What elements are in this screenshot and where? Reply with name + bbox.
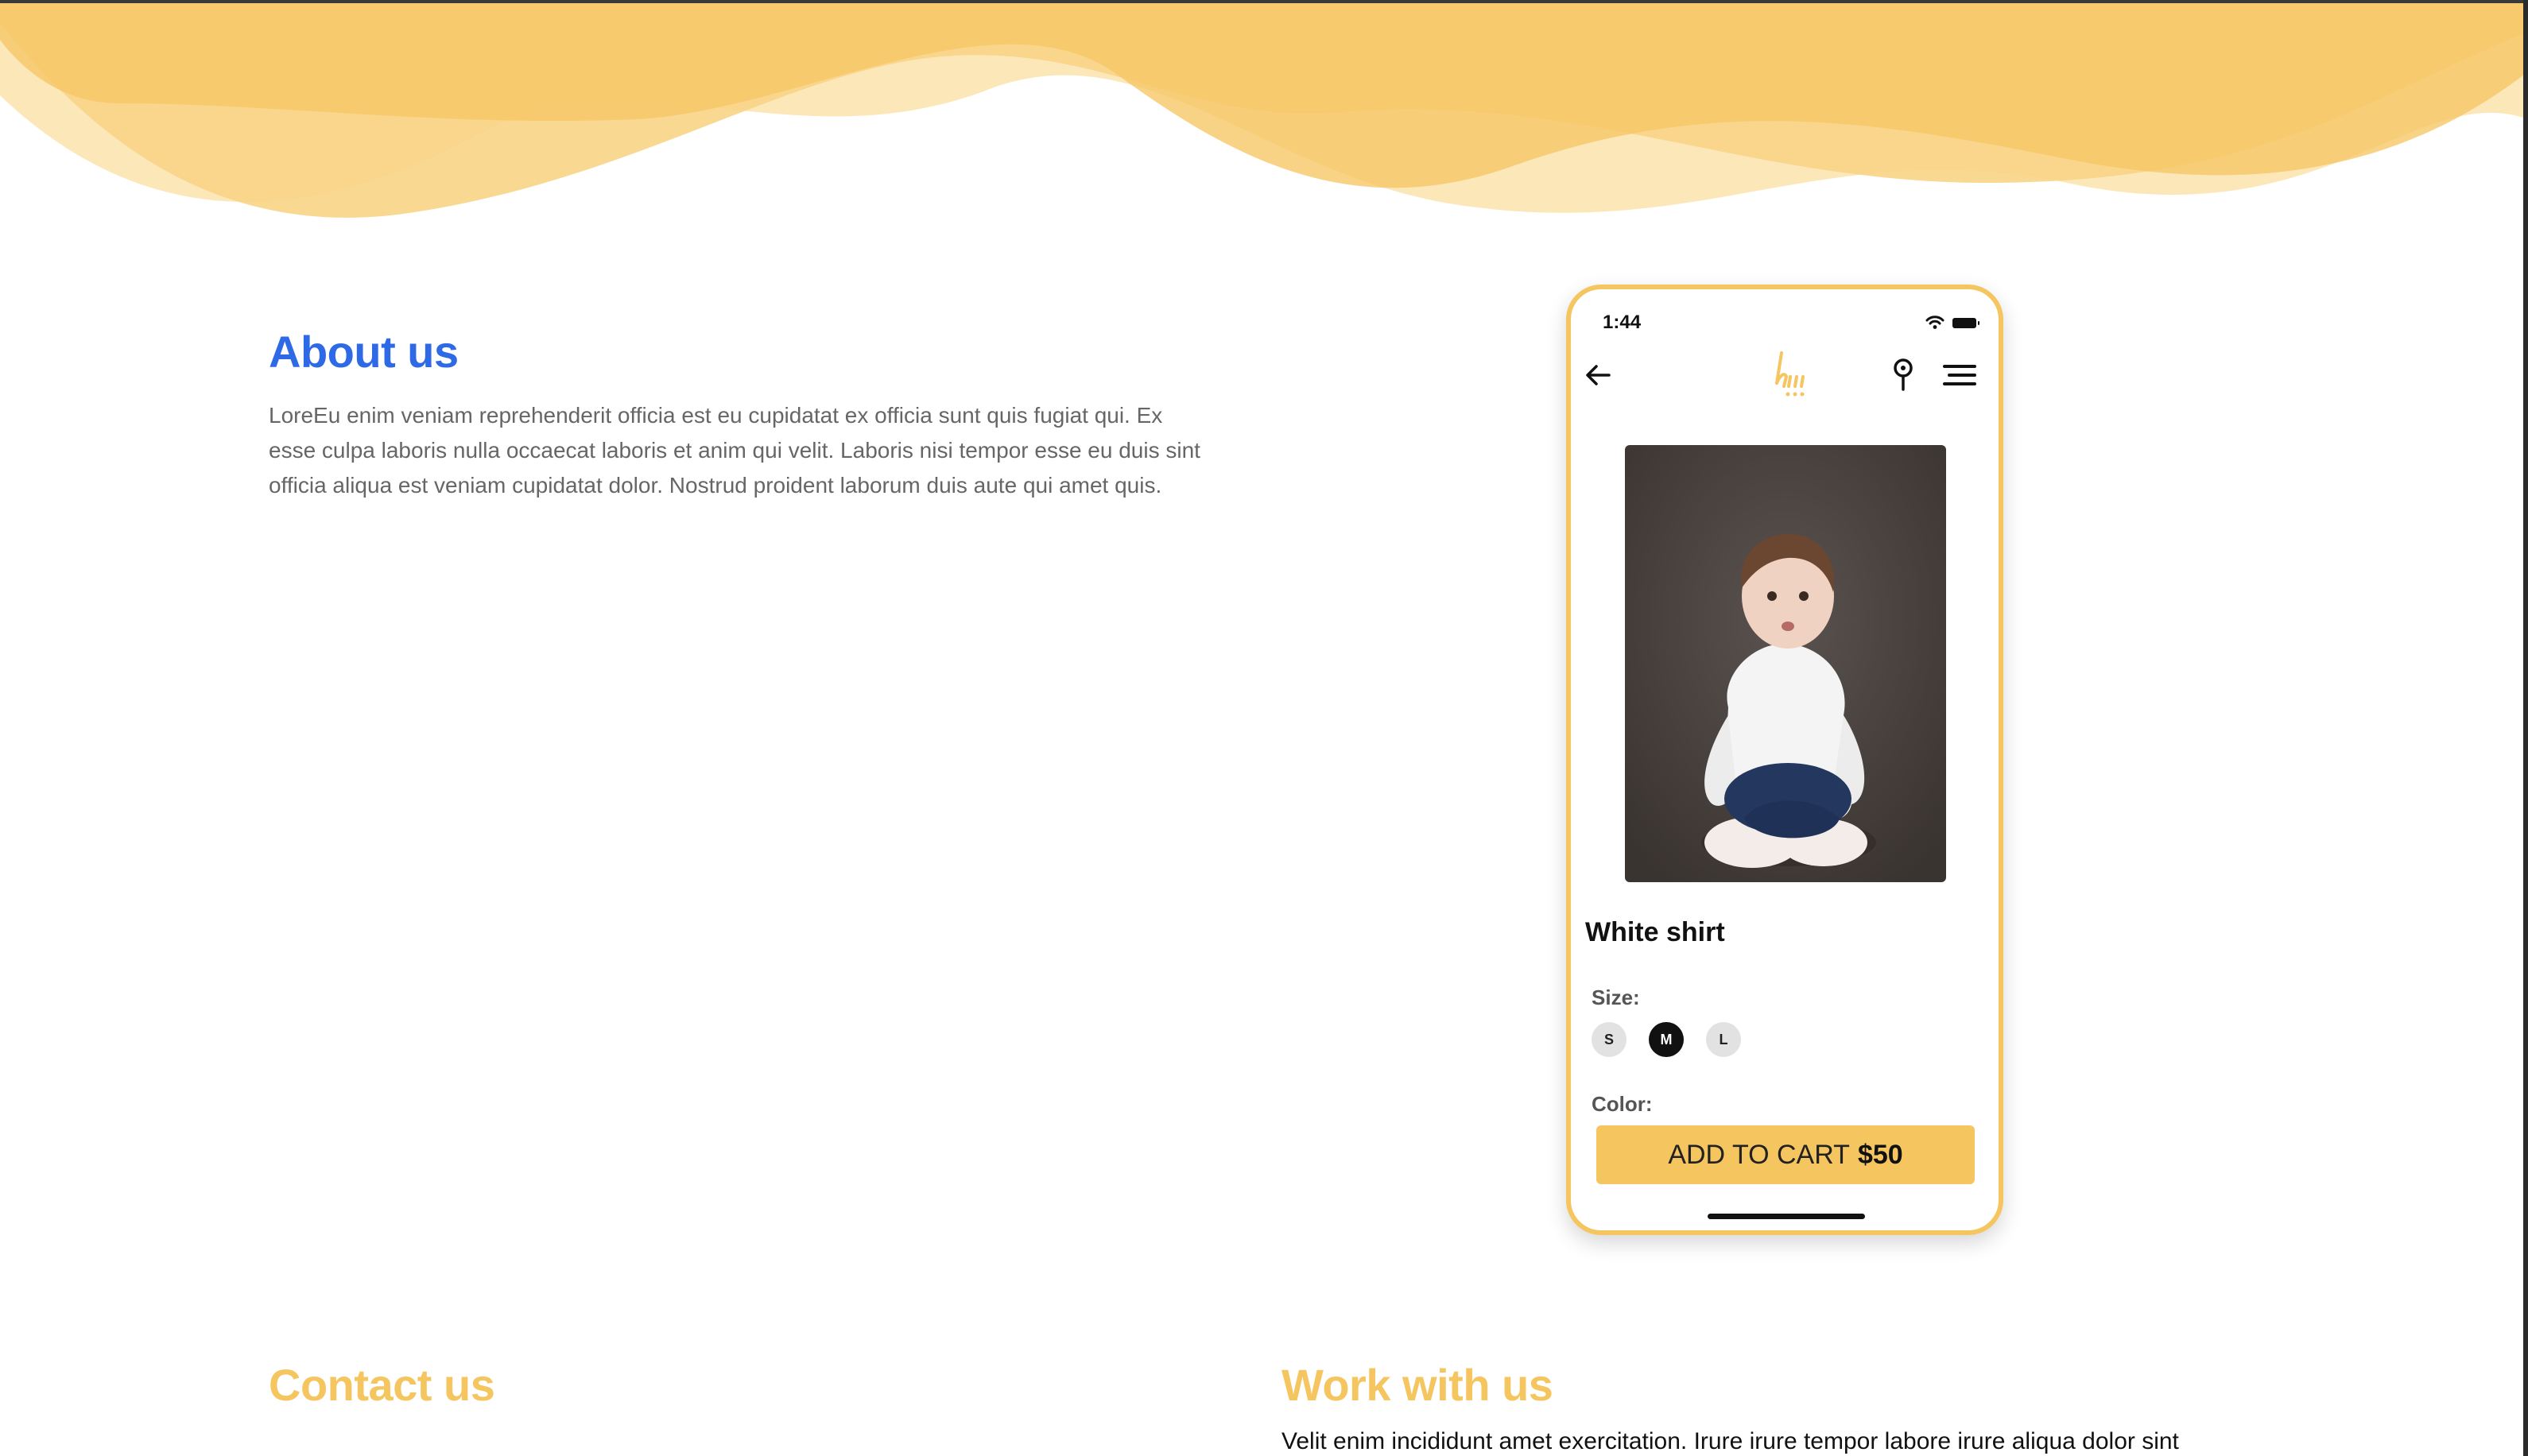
menu-button[interactable] — [1940, 359, 1979, 391]
menu-icon — [1943, 365, 1976, 385]
back-button[interactable] — [1580, 358, 1615, 393]
size-option-l[interactable]: L — [1706, 1022, 1741, 1057]
phone-mockup: 1:44 White shirt Size: S M L Color: ADD … — [1566, 285, 2003, 1235]
size-label: Size: — [1592, 986, 1640, 1009]
add-to-cart-button[interactable]: ADD TO CART $50 — [1596, 1125, 1975, 1184]
status-icons — [1925, 316, 1979, 330]
phone-status-bar: 1:44 — [1603, 307, 1979, 339]
size-option-s[interactable]: S — [1592, 1022, 1627, 1057]
wifi-icon — [1925, 316, 1944, 329]
about-section: About us LoreEu enim veniam reprehenderi… — [269, 326, 1207, 503]
size-selector: S M L — [1592, 1022, 1741, 1057]
add-to-cart-label: ADD TO CART — [1668, 1139, 1850, 1170]
header-waves — [0, 0, 2528, 218]
phone-navbar — [1571, 345, 1999, 409]
about-body: LoreEu enim veniam reprehenderit officia… — [269, 403, 1200, 498]
brand-logo[interactable] — [1764, 348, 1813, 404]
product-name: White shirt — [1585, 917, 1725, 947]
contact-title: Contact us — [269, 1360, 495, 1410]
map-pin-icon — [1894, 358, 1913, 391]
battery-icon — [1952, 317, 1979, 328]
window-top-border — [0, 0, 2528, 3]
size-option-m[interactable]: M — [1649, 1022, 1684, 1057]
work-title: Work with us — [1281, 1360, 1553, 1410]
work-section: Work with us Velit enim incididunt amet … — [1281, 1359, 2394, 1455]
contact-section: Contact us — [269, 1359, 495, 1411]
window-right-border — [2523, 0, 2528, 1456]
product-image[interactable] — [1625, 445, 1946, 882]
arrow-left-icon — [1586, 365, 1611, 385]
work-body: Velit enim incididunt amet exercitation.… — [1281, 1428, 2179, 1454]
about-title: About us — [269, 327, 459, 377]
color-label: Color: — [1592, 1092, 1653, 1116]
location-button[interactable] — [1887, 356, 1919, 394]
product-price: $50 — [1857, 1139, 1903, 1170]
status-time: 1:44 — [1603, 312, 1642, 333]
home-indicator — [1708, 1214, 1865, 1219]
